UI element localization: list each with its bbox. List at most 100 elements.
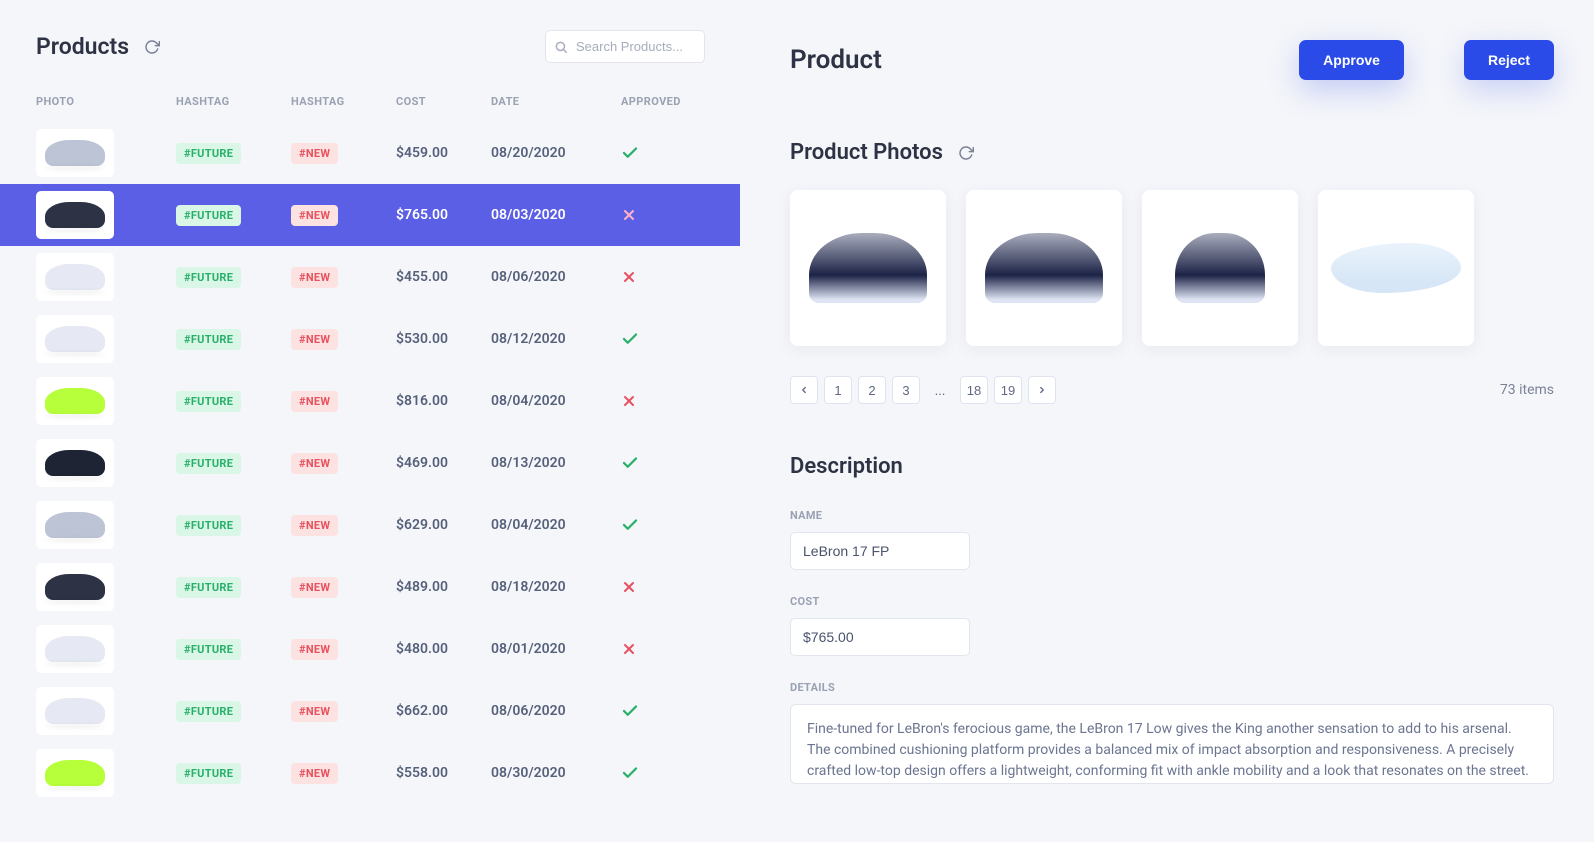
tag-new: #NEW	[291, 143, 338, 164]
search-icon	[554, 40, 568, 54]
tag-new: #NEW	[291, 329, 338, 350]
table-row[interactable]: #FUTURE#NEW$480.0008/01/2020	[0, 618, 740, 680]
details-textarea[interactable]	[790, 704, 1554, 784]
name-input[interactable]	[790, 532, 970, 570]
table-row[interactable]: #FUTURE#NEW$489.0008/18/2020	[0, 556, 740, 618]
table-row[interactable]: #FUTURE#NEW$765.0008/03/2020	[0, 184, 740, 246]
product-thumbnail	[36, 253, 114, 301]
tag-new: #NEW	[291, 267, 338, 288]
col-date-header: DATE	[491, 95, 621, 108]
row-cost: $558.00	[396, 765, 491, 781]
approved-x-icon	[621, 641, 701, 657]
row-date: 08/30/2020	[491, 765, 621, 781]
product-title: Product	[790, 45, 882, 75]
tag-new: #NEW	[291, 205, 338, 226]
col-hashtag1-header: HASHTAG	[176, 95, 291, 108]
product-thumbnail	[36, 687, 114, 735]
table-row[interactable]: #FUTURE #NEW $530.0008/12/2020	[0, 308, 740, 370]
refresh-icon[interactable]	[144, 39, 160, 55]
col-approved-header: APPROVED	[621, 95, 701, 108]
cost-input[interactable]	[790, 618, 970, 656]
tag-future: #FUTURE	[176, 143, 241, 164]
cost-label: COST	[790, 595, 1554, 608]
row-date: 08/13/2020	[491, 455, 621, 471]
page-button[interactable]: 2	[858, 376, 886, 404]
row-cost: $765.00	[396, 207, 491, 223]
photos-refresh-icon[interactable]	[958, 145, 974, 161]
product-thumbnail	[36, 563, 114, 611]
page-button[interactable]: 3	[892, 376, 920, 404]
row-date: 08/06/2020	[491, 703, 621, 719]
product-photo[interactable]	[966, 190, 1122, 346]
row-date: 08/06/2020	[491, 269, 621, 285]
product-photos-title: Product Photos	[790, 140, 943, 165]
page-button[interactable]: 1	[824, 376, 852, 404]
col-cost-header: COST	[396, 95, 491, 108]
product-photo[interactable]	[1142, 190, 1298, 346]
tag-future: #FUTURE	[176, 205, 241, 226]
products-title: Products	[36, 33, 129, 60]
product-thumbnail	[36, 191, 114, 239]
approved-check-icon	[621, 702, 701, 720]
approved-x-icon	[621, 579, 701, 595]
page-prev-button[interactable]	[790, 376, 818, 404]
reject-button[interactable]: Reject	[1464, 40, 1554, 80]
approve-button[interactable]: Approve	[1299, 40, 1404, 80]
page-ellipsis: ...	[926, 376, 954, 404]
tag-future: #FUTURE	[176, 763, 241, 784]
details-label: DETAILS	[790, 681, 1554, 694]
row-date: 08/18/2020	[491, 579, 621, 595]
table-row[interactable]: #FUTURE#NEW$469.0008/13/2020	[0, 432, 740, 494]
product-rows: #FUTURE#NEW$459.0008/20/2020#FUTURE#NEW$…	[0, 122, 740, 804]
row-date: 08/12/2020	[491, 331, 621, 347]
table-row[interactable]: #FUTURE#NEW$662.0008/06/2020	[0, 680, 740, 742]
page-button[interactable]: 19	[994, 376, 1022, 404]
table-row[interactable]: #FUTURE#NEW$459.0008/20/2020	[0, 122, 740, 184]
pagination: 123...1819 73 items	[790, 376, 1554, 404]
row-cost: $530.00	[396, 331, 491, 347]
approved-check-icon	[621, 454, 701, 472]
product-thumbnail	[36, 501, 114, 549]
product-thumbnail	[36, 749, 114, 797]
product-thumbnail	[36, 439, 114, 487]
product-thumbnail	[36, 129, 114, 177]
tag-future: #FUTURE	[176, 267, 241, 288]
description-title: Description	[790, 454, 1554, 479]
table-row[interactable]: #FUTURE#NEW$629.0008/04/2020	[0, 494, 740, 556]
col-hashtag2-header: HASHTAG	[291, 95, 396, 108]
approved-check-icon	[621, 764, 701, 782]
name-label: NAME	[790, 509, 1554, 522]
row-cost: $489.00	[396, 579, 491, 595]
row-cost: $629.00	[396, 517, 491, 533]
product-photo[interactable]	[1318, 190, 1474, 346]
approved-x-icon	[621, 393, 701, 409]
page-next-button[interactable]	[1028, 376, 1056, 404]
approved-check-icon	[621, 144, 701, 162]
approved-x-icon	[621, 207, 701, 223]
row-cost: $480.00	[396, 641, 491, 657]
table-row[interactable]: #FUTURE#NEW$816.0008/04/2020	[0, 370, 740, 432]
product-photos-grid	[790, 190, 1554, 346]
tag-future: #FUTURE	[176, 639, 241, 660]
tag-new: #NEW	[291, 391, 338, 412]
row-date: 08/04/2020	[491, 393, 621, 409]
tag-future: #FUTURE	[176, 515, 241, 536]
tag-future: #FUTURE	[176, 453, 241, 474]
row-date: 08/01/2020	[491, 641, 621, 657]
product-photo[interactable]	[790, 190, 946, 346]
tag-new: #NEW	[291, 515, 338, 536]
tag-new: #NEW	[291, 763, 338, 784]
row-cost: $455.00	[396, 269, 491, 285]
search-input[interactable]	[545, 30, 705, 63]
tag-future: #FUTURE	[176, 701, 241, 722]
tag-future: #FUTURE	[176, 329, 241, 350]
pagination-total: 73 items	[1500, 382, 1554, 398]
product-detail-panel: Product Approve Reject Product Photos 12…	[740, 0, 1594, 842]
page-button[interactable]: 18	[960, 376, 988, 404]
table-row[interactable]: #FUTURE #NEW $455.0008/06/2020	[0, 246, 740, 308]
row-cost: $662.00	[396, 703, 491, 719]
products-panel: Products PHOTO HASHTAG HASHTAG COST DATE…	[0, 0, 740, 842]
table-row[interactable]: #FUTURE #NEW $558.0008/30/2020	[0, 742, 740, 804]
tag-new: #NEW	[291, 577, 338, 598]
product-thumbnail	[36, 315, 114, 363]
